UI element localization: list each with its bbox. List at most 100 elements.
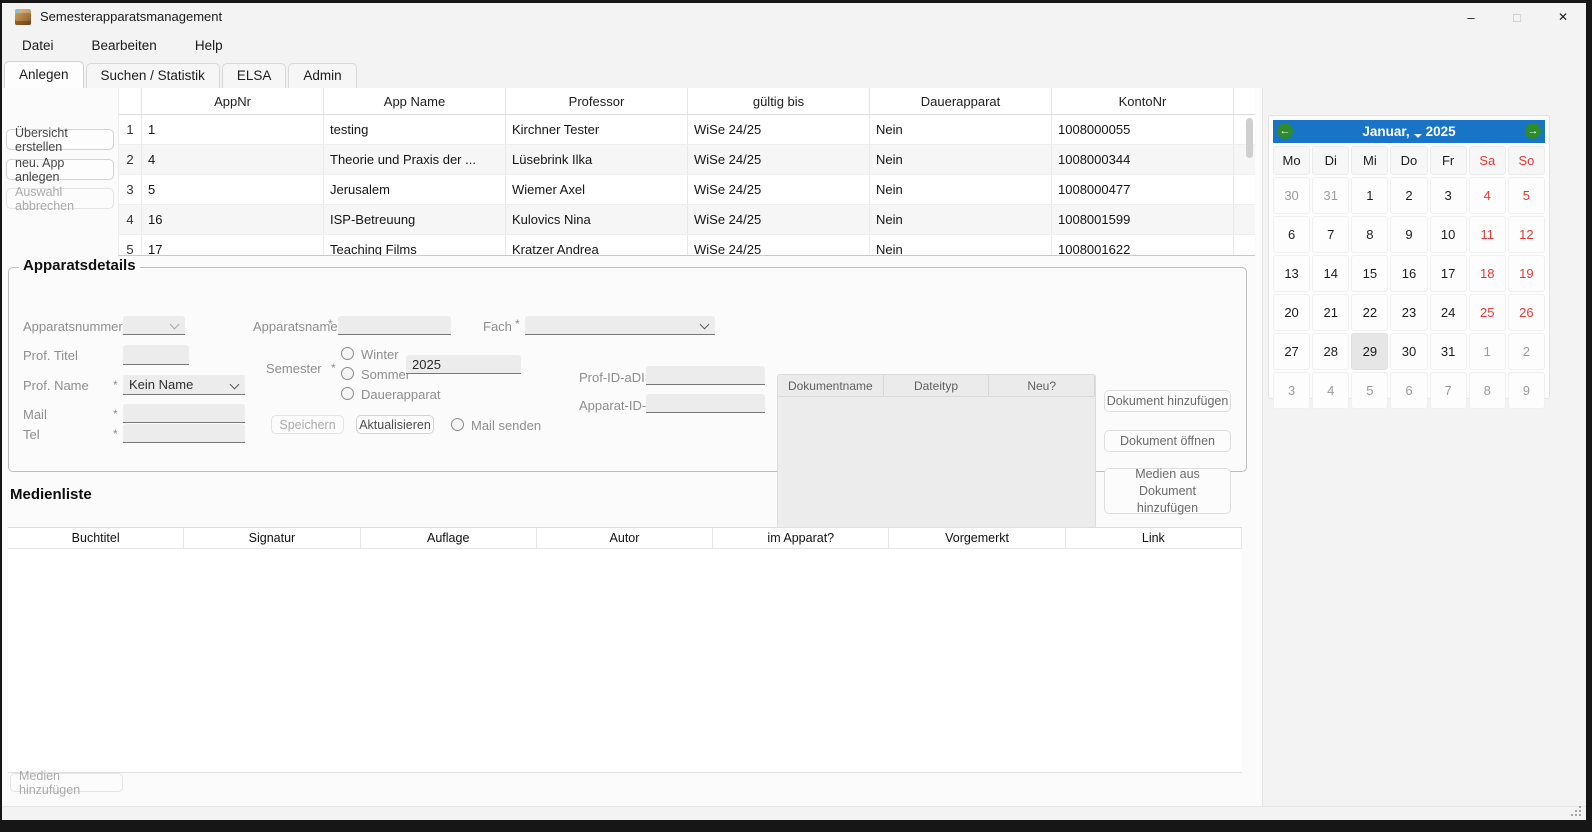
sommer-radio[interactable]	[341, 367, 354, 380]
calendar-day[interactable]: 28	[1312, 333, 1349, 370]
table-row[interactable]: 4 16 ISP-Betreuung Kulovics Nina WiSe 24…	[119, 205, 1255, 235]
calendar-day[interactable]: 23	[1390, 294, 1427, 331]
calendar-day[interactable]: 8	[1351, 216, 1388, 253]
tel-field[interactable]	[123, 424, 245, 443]
calendar-day[interactable]: 31	[1312, 177, 1349, 214]
calendar-title[interactable]: Januar, 2025	[1362, 124, 1455, 139]
calendar-day[interactable]: 31	[1430, 333, 1467, 370]
mail-senden-radio[interactable]	[451, 418, 464, 431]
calendar-day[interactable]: 14	[1312, 255, 1349, 292]
resize-grip[interactable]	[1579, 814, 1581, 816]
tab[interactable]: Anlegen	[4, 61, 84, 88]
tab[interactable]: Suchen / Statistik	[86, 63, 220, 88]
calendar-day[interactable]: 12	[1508, 216, 1545, 253]
dauerapparat-radio[interactable]	[341, 387, 354, 400]
calendar-day[interactable]: 5	[1508, 177, 1545, 214]
menu-item[interactable]: Datei	[10, 33, 66, 58]
prof-id-adis-field[interactable]	[646, 366, 765, 385]
year-field[interactable]: 2025	[406, 355, 521, 374]
calendar-day[interactable]: 6	[1273, 216, 1310, 253]
mail-field[interactable]	[123, 404, 245, 423]
calendar-day[interactable]: 13	[1273, 255, 1310, 292]
calendar-day[interactable]: 4	[1312, 372, 1349, 409]
column-header[interactable]: gültig bis	[688, 88, 870, 114]
prof-name-combo[interactable]: Kein Name	[123, 375, 245, 395]
calendar-day[interactable]: 2	[1390, 177, 1427, 214]
calendar-day[interactable]: 21	[1312, 294, 1349, 331]
calendar-day[interactable]: 15	[1351, 255, 1388, 292]
table-row[interactable]: 2 4 Theorie und Praxis der ... Lüsebrink…	[119, 145, 1255, 175]
uebersicht-erstellen-button[interactable]: Übersicht erstellen	[6, 129, 114, 150]
medien-hinzufuegen-button[interactable]: Medien hinzufügen	[10, 773, 123, 792]
apparatsnummer-combo[interactable]	[123, 316, 185, 335]
column-header[interactable]: Signatur	[184, 528, 360, 548]
calendar-day[interactable]: 1	[1469, 333, 1506, 370]
calendar-day[interactable]: 25	[1469, 294, 1506, 331]
column-header[interactable]: im Apparat?	[713, 528, 889, 548]
speichern-button[interactable]: Speichern	[271, 415, 344, 434]
winter-radio[interactable]	[341, 347, 354, 360]
calendar-day[interactable]: 20	[1273, 294, 1310, 331]
column-header[interactable]: Buchtitel	[8, 528, 184, 548]
table-row[interactable]: 5 17 Teaching Films Kratzer Andrea WiSe …	[119, 235, 1255, 256]
apparat-id-adis-field[interactable]	[646, 394, 765, 413]
column-header[interactable]: Dauerapparat	[870, 88, 1052, 114]
column-header[interactable]: App Name	[324, 88, 506, 114]
calendar-day[interactable]: 19	[1508, 255, 1545, 292]
column-header[interactable]: Neu?	[989, 375, 1095, 396]
calendar-day[interactable]: 17	[1430, 255, 1467, 292]
calendar-day[interactable]: 7	[1430, 372, 1467, 409]
calendar-day[interactable]: 27	[1273, 333, 1310, 370]
column-header[interactable]: AppNr	[142, 88, 324, 114]
calendar-day[interactable]: 9	[1390, 216, 1427, 253]
calendar-day[interactable]: 30	[1273, 177, 1310, 214]
neue-app-anlegen-button[interactable]: neu. App anlegen	[6, 159, 114, 180]
dokument-oeffnen-button[interactable]: Dokument öffnen	[1104, 430, 1231, 452]
calendar-day[interactable]: 18	[1469, 255, 1506, 292]
minimize-icon[interactable]: –	[1448, 3, 1494, 31]
tab[interactable]: Admin	[288, 63, 356, 88]
aktualisieren-button[interactable]: Aktualisieren	[356, 415, 434, 434]
column-header[interactable]: KontoNr	[1052, 88, 1234, 114]
calendar-day[interactable]: 7	[1312, 216, 1349, 253]
column-header[interactable]: Auflage	[361, 528, 537, 548]
previous-month-icon[interactable]: ←	[1277, 123, 1293, 139]
maximize-icon[interactable]: □	[1494, 3, 1540, 31]
calendar-day[interactable]: 3	[1430, 177, 1467, 214]
column-header[interactable]: Dokumentname	[778, 375, 884, 396]
tab[interactable]: ELSA	[222, 63, 287, 88]
calendar-day[interactable]: 29	[1351, 333, 1388, 370]
calendar-day[interactable]: 26	[1508, 294, 1545, 331]
table-scrollbar[interactable]	[1246, 118, 1253, 158]
calendar-day[interactable]: 22	[1351, 294, 1388, 331]
table-row[interactable]: 3 5 Jerusalem Wiemer Axel WiSe 24/25 Nei…	[119, 175, 1255, 205]
calendar-day[interactable]: 1	[1351, 177, 1388, 214]
next-month-icon[interactable]: →	[1525, 123, 1541, 139]
calendar-day[interactable]: 30	[1390, 333, 1427, 370]
dokument-hinzufuegen-button[interactable]: Dokument hinzufügen	[1104, 390, 1231, 412]
close-icon[interactable]: ✕	[1540, 3, 1586, 31]
calendar-day[interactable]: 5	[1351, 372, 1388, 409]
medien-aus-dokument-button[interactable]: Medien aus Dokument hinzufügen	[1104, 468, 1231, 514]
column-header[interactable]: Dateityp	[884, 375, 990, 396]
calendar-day[interactable]: 11	[1469, 216, 1506, 253]
prof-titel-field[interactable]	[123, 345, 189, 365]
calendar-day[interactable]: 24	[1430, 294, 1467, 331]
calendar-day[interactable]: 3	[1273, 372, 1310, 409]
calendar-day[interactable]: 8	[1469, 372, 1506, 409]
calendar-day[interactable]: 10	[1430, 216, 1467, 253]
apparatsname-field[interactable]	[338, 316, 451, 335]
column-header[interactable]: Link	[1066, 528, 1242, 548]
fach-combo[interactable]	[525, 316, 715, 335]
column-header[interactable]: Autor	[537, 528, 713, 548]
menu-item[interactable]: Help	[183, 33, 235, 58]
column-header[interactable]: Professor	[506, 88, 688, 114]
column-header[interactable]: Vorgemerkt	[889, 528, 1065, 548]
calendar-day[interactable]: 4	[1469, 177, 1506, 214]
menu-item[interactable]: Bearbeiten	[80, 33, 169, 58]
calendar-day[interactable]: 6	[1390, 372, 1427, 409]
table-row[interactable]: 1 1 testing Kirchner Tester WiSe 24/25 N…	[119, 115, 1255, 145]
calendar-day[interactable]: 9	[1508, 372, 1545, 409]
calendar-day[interactable]: 16	[1390, 255, 1427, 292]
auswahl-abbrechen-button[interactable]: Auswahl abbrechen	[6, 188, 114, 209]
